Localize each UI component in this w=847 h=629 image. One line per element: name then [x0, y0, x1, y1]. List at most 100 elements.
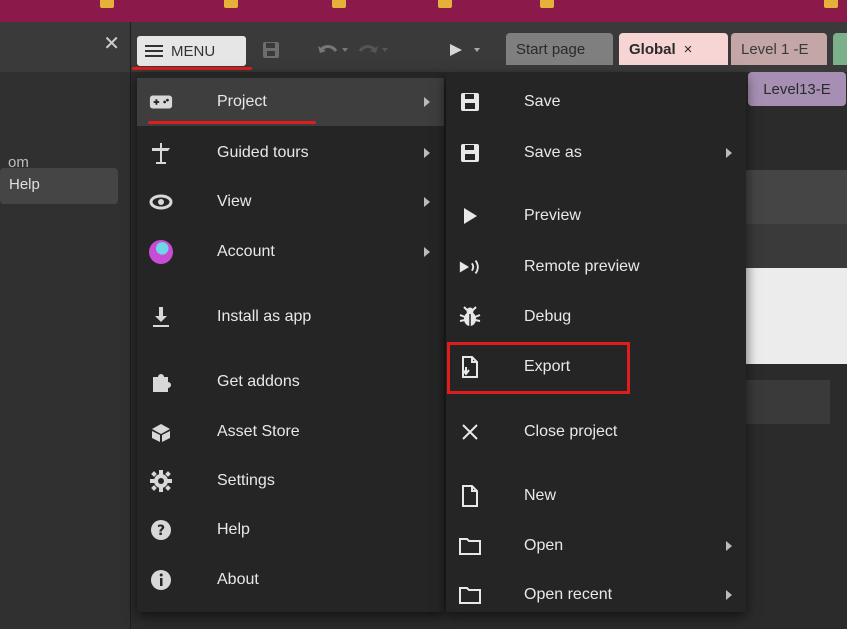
menu-item-save[interactable]: Save — [446, 78, 746, 126]
annotation-underline — [132, 67, 252, 70]
folder-icon — [458, 534, 482, 558]
hamburger-icon — [145, 45, 163, 57]
menu-item-view[interactable]: View — [137, 178, 444, 226]
tab-start-page[interactable]: Start page — [506, 33, 613, 65]
gamepad-icon — [149, 90, 173, 114]
tab-label: Level13-E — [763, 80, 831, 98]
left-panel-help-label: Help — [9, 176, 40, 193]
menu-button-label: MENU — [171, 42, 216, 60]
menu-item-label: Get addons — [217, 373, 300, 390]
play-icon — [458, 204, 482, 228]
title-folder-icon — [224, 0, 238, 8]
menu-item-help[interactable]: ? Help — [137, 506, 444, 554]
menu-item-label: Save as — [524, 144, 582, 161]
tab-partial[interactable] — [833, 33, 847, 65]
chevron-right-icon — [424, 148, 430, 158]
menu-item-label: About — [217, 571, 259, 588]
menu-item-asset-store[interactable]: Asset Store — [137, 408, 444, 456]
menu-item-label: Settings — [217, 472, 275, 489]
main-menu: Project Guided tours View Account Instal… — [137, 73, 444, 612]
close-tab-icon[interactable]: × — [684, 41, 693, 58]
question-icon: ? — [149, 518, 173, 542]
download-icon — [149, 305, 173, 329]
menu-item-label: Debug — [524, 308, 572, 325]
menu-item-preview[interactable]: Preview — [446, 192, 746, 240]
chevron-right-icon — [726, 590, 732, 600]
menu-item-get-addons[interactable]: Get addons — [137, 358, 444, 406]
folder-recent-icon — [458, 583, 482, 607]
menu-item-guided-tours[interactable]: Guided tours — [137, 129, 444, 177]
menu-item-label: Help — [217, 521, 250, 538]
menu-button[interactable]: MENU — [137, 36, 246, 66]
chevron-right-icon — [726, 148, 732, 158]
save-icon — [458, 90, 482, 114]
title-folder-icon — [100, 0, 114, 8]
menu-item-install-as-app[interactable]: Install as app — [137, 293, 444, 341]
menu-item-label: Guided tours — [217, 144, 309, 161]
menu-item-open-recent[interactable]: Open recent — [446, 571, 746, 619]
menu-item-label: Asset Store — [217, 423, 300, 440]
info-icon — [149, 568, 173, 592]
menu-item-about[interactable]: About — [137, 556, 444, 604]
menu-item-debug[interactable]: Debug — [446, 293, 746, 341]
panel-strip — [740, 170, 847, 224]
save-as-icon — [458, 141, 482, 165]
panel-strip — [740, 224, 847, 268]
menu-item-new[interactable]: New — [446, 472, 746, 520]
menu-item-label: Close project — [524, 423, 618, 440]
tab-label: Global — [629, 40, 676, 58]
tab-global[interactable]: Global × — [619, 33, 728, 65]
menu-item-settings[interactable]: Settings — [137, 457, 444, 505]
store-box-icon — [149, 420, 173, 444]
panel-strip — [740, 380, 830, 424]
tab-label: Level 1 -E — [741, 40, 809, 58]
puzzle-icon — [149, 370, 173, 394]
chevron-right-icon — [424, 97, 430, 107]
menu-item-label: Open — [524, 537, 564, 554]
play-icon[interactable] — [446, 42, 486, 58]
new-file-icon — [458, 484, 482, 508]
title-folder-icon — [540, 0, 554, 8]
chevron-right-icon — [424, 197, 430, 207]
menu-item-label: Remote preview — [524, 258, 640, 275]
avatar-icon — [149, 240, 173, 264]
menu-item-label: Account — [217, 243, 275, 260]
title-folder-icon — [332, 0, 346, 8]
remote-preview-icon — [458, 255, 482, 279]
undo-icon[interactable] — [316, 42, 350, 58]
close-icon — [458, 420, 482, 444]
menu-item-close-project[interactable]: Close project — [446, 408, 746, 456]
menu-item-label: Project — [217, 93, 267, 110]
menu-item-label: Install as app — [217, 308, 312, 325]
left-panel-help-item[interactable]: Help — [0, 168, 118, 204]
tab-label: Start page — [516, 40, 586, 58]
menu-item-project[interactable]: Project — [137, 78, 444, 126]
bug-icon — [458, 305, 482, 329]
save-icon[interactable] — [261, 40, 281, 60]
tab-level13[interactable]: Level13-E — [748, 72, 846, 106]
menu-item-label: Save — [524, 93, 561, 110]
menu-item-label: New — [524, 487, 557, 504]
redo-icon[interactable] — [356, 42, 390, 58]
menu-item-label: View — [217, 193, 252, 210]
panel-content — [740, 268, 847, 364]
close-panel-button[interactable]: ✕ — [103, 34, 120, 54]
menu-item-label: Open recent — [524, 586, 613, 603]
title-folder-icon — [824, 0, 838, 8]
menu-item-account[interactable]: Account — [137, 228, 444, 276]
left-panel: ✕ om Help — [0, 22, 131, 629]
tab-level-1[interactable]: Level 1 -E — [731, 33, 827, 65]
gear-icon — [149, 469, 173, 493]
chevron-right-icon — [726, 541, 732, 551]
title-folder-icon — [438, 0, 452, 8]
svg-text:?: ? — [157, 523, 165, 539]
menu-item-label: Preview — [524, 207, 581, 224]
chevron-right-icon — [424, 247, 430, 257]
annotation-underline — [148, 121, 316, 124]
annotation-highlight-box — [447, 342, 630, 394]
menu-item-remote-preview[interactable]: Remote preview — [446, 243, 746, 291]
signpost-icon — [149, 141, 173, 165]
menu-item-open[interactable]: Open — [446, 522, 746, 570]
menu-item-save-as[interactable]: Save as — [446, 129, 746, 177]
window-titlebar — [0, 0, 847, 22]
